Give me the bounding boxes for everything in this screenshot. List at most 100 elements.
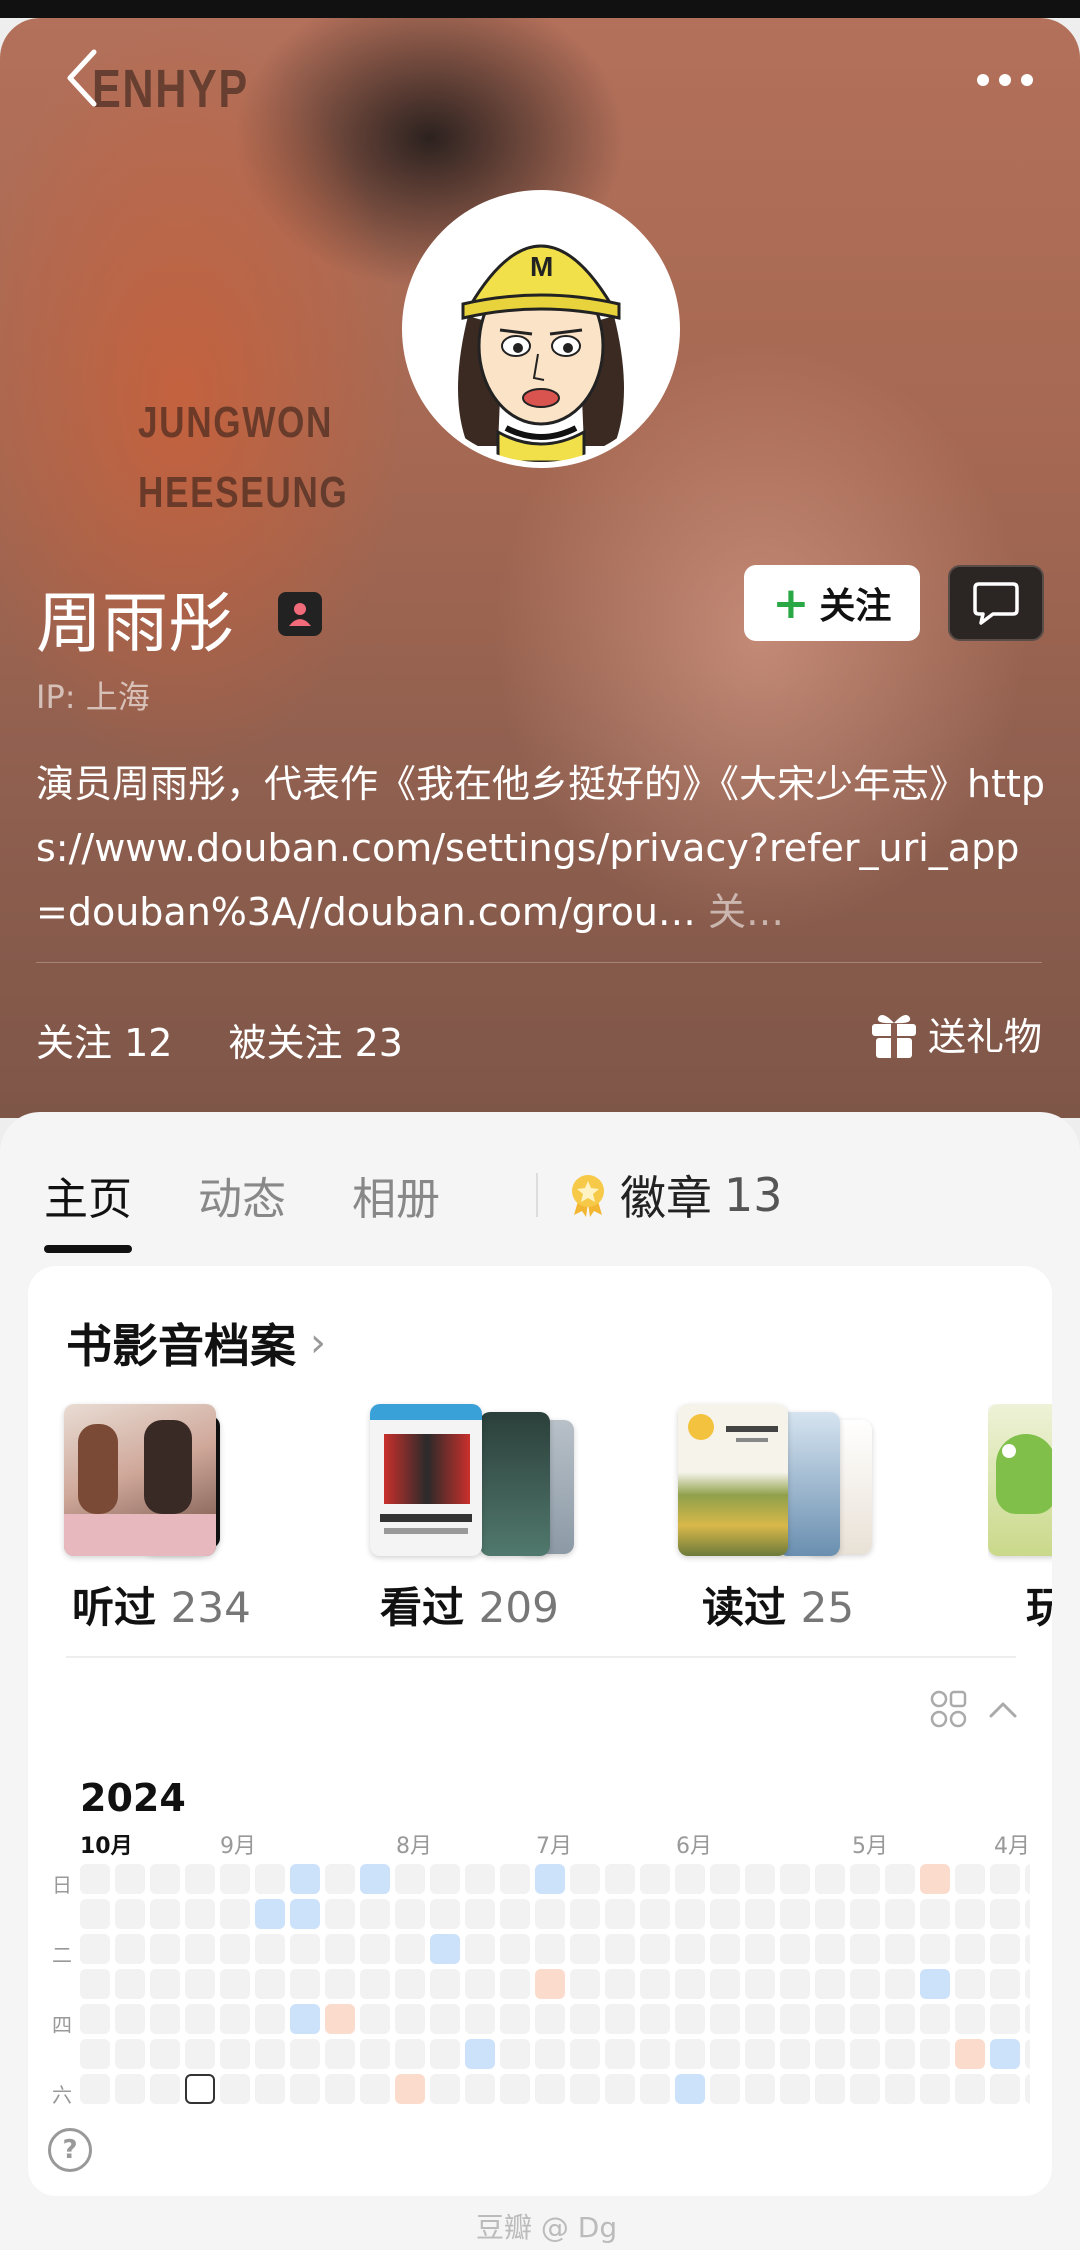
heatmap-cell[interactable] [150,2074,180,2104]
heatmap-cell[interactable] [185,1864,215,1894]
heatmap-cell[interactable] [430,2074,460,2104]
heatmap-cell[interactable] [500,2074,530,2104]
heatmap-cell[interactable] [360,2039,390,2069]
tab-album[interactable]: 相册 [352,1163,440,1227]
send-gift-button[interactable]: 送礼物 [868,1006,1042,1061]
heatmap-cell[interactable] [780,2004,810,2034]
back-button[interactable] [50,38,114,118]
heatmap-cell[interactable] [885,1969,915,1999]
heatmap-cell[interactable] [325,1864,355,1894]
heatmap-cell[interactable] [255,2004,285,2034]
heatmap-cell[interactable] [535,2074,565,2104]
heatmap-cell[interactable] [710,1899,740,1929]
heatmap-cell[interactable] [990,2039,1020,2069]
heatmap-cell[interactable] [325,2074,355,2104]
heatmap-cell[interactable] [290,2004,320,2034]
heatmap-cell[interactable] [745,1934,775,1964]
avatar[interactable]: M [402,190,680,468]
heatmap-cell[interactable] [115,1969,145,1999]
heatmap-cell[interactable] [570,2004,600,2034]
heatmap-cell[interactable] [465,1969,495,1999]
heatmap-cell[interactable] [815,1899,845,1929]
heatmap-cell[interactable] [80,1899,110,1929]
heatmap-cell[interactable] [325,2039,355,2069]
heatmap-cell[interactable] [990,1934,1020,1964]
heatmap-cell[interactable] [1025,2074,1030,2104]
tab-activity[interactable]: 动态 [198,1163,286,1227]
heatmap-cell[interactable] [640,2004,670,2034]
heatmap-cell[interactable] [570,1934,600,1964]
heatmap-cell[interactable] [150,1899,180,1929]
heatmap-cell[interactable] [290,1969,320,1999]
chevron-up-icon[interactable] [988,1699,1018,1719]
heatmap-cell[interactable] [605,2004,635,2034]
heatmap-cell[interactable] [220,1864,250,1894]
heatmap-cell[interactable] [675,2074,705,2104]
heatmap-cell[interactable] [220,2039,250,2069]
heatmap-cell[interactable] [850,1934,880,1964]
heatmap-cell[interactable] [605,1934,635,1964]
heatmap-cell[interactable] [640,2039,670,2069]
archive-title[interactable]: 书影音档案 › [66,1310,326,1376]
heatmap-cell[interactable] [815,1864,845,1894]
heatmap-cell[interactable] [570,2074,600,2104]
heatmap-cell[interactable] [640,1934,670,1964]
heatmap-cell[interactable] [80,2074,110,2104]
heatmap-cell[interactable] [850,2004,880,2034]
heatmap-cell[interactable] [605,1864,635,1894]
heatmap-cell[interactable] [955,1934,985,1964]
heatmap-cell[interactable] [500,2039,530,2069]
heatmap-cell[interactable] [920,2074,950,2104]
heatmap-cell[interactable] [360,1899,390,1929]
heatmap-cell[interactable] [255,2039,285,2069]
heatmap-cell[interactable] [745,1864,775,1894]
heatmap-cell[interactable] [605,2039,635,2069]
heatmap-cell[interactable] [535,1969,565,1999]
heatmap-cell[interactable] [885,1864,915,1894]
heatmap-cell[interactable] [675,1969,705,1999]
heatmap-cell[interactable] [150,1969,180,1999]
heatmap-cell[interactable] [990,1864,1020,1894]
bio-expand-link[interactable]: 关… [708,890,784,934]
heatmap-cell[interactable] [115,2074,145,2104]
heatmap-cell[interactable] [220,1899,250,1929]
heatmap-cell[interactable] [325,2004,355,2034]
heatmap-cell[interactable] [220,1934,250,1964]
heatmap-cell[interactable] [920,1864,950,1894]
heatmap-cell[interactable] [80,1969,110,1999]
heatmap-cell[interactable] [710,2039,740,2069]
heatmap-cell[interactable] [255,1934,285,1964]
heatmap-cell[interactable] [255,1864,285,1894]
heatmap-cell[interactable] [885,1899,915,1929]
heatmap-cell[interactable] [605,1969,635,1999]
heatmap-cell[interactable] [535,2004,565,2034]
heatmap-cell[interactable] [325,1899,355,1929]
heatmap-cell[interactable] [115,1934,145,1964]
heatmap-cell[interactable] [500,1969,530,1999]
media-covers-listened[interactable] [64,1404,264,1564]
heatmap-cell[interactable] [220,1969,250,1999]
heatmap-cell[interactable] [185,1934,215,1964]
heatmap-cell[interactable] [220,2074,250,2104]
heatmap-cell[interactable] [955,1864,985,1894]
heatmap-cell[interactable] [1025,2004,1030,2034]
heatmap-cell[interactable] [430,2004,460,2034]
heatmap-cell[interactable] [955,2074,985,2104]
read-count[interactable]: 读过 25 [702,1574,854,1635]
heatmap-cell[interactable] [465,1864,495,1894]
heatmap-cell[interactable] [955,2004,985,2034]
heatmap-cell[interactable] [920,1899,950,1929]
heatmap-cell[interactable] [395,1969,425,1999]
heatmap-cell[interactable] [640,1899,670,1929]
heatmap-cell[interactable] [500,1864,530,1894]
heatmap-cell[interactable] [220,2004,250,2034]
heatmap-cell[interactable] [360,2074,390,2104]
heatmap-cell[interactable] [80,1864,110,1894]
heatmap-cell[interactable] [570,1864,600,1894]
heatmap-cell[interactable] [570,1969,600,1999]
listened-count[interactable]: 听过 234 [72,1574,251,1635]
heatmap-cell[interactable] [710,1969,740,1999]
heatmap-cell[interactable] [430,1934,460,1964]
heatmap-cell[interactable] [150,1934,180,1964]
heatmap-cell[interactable] [605,2074,635,2104]
